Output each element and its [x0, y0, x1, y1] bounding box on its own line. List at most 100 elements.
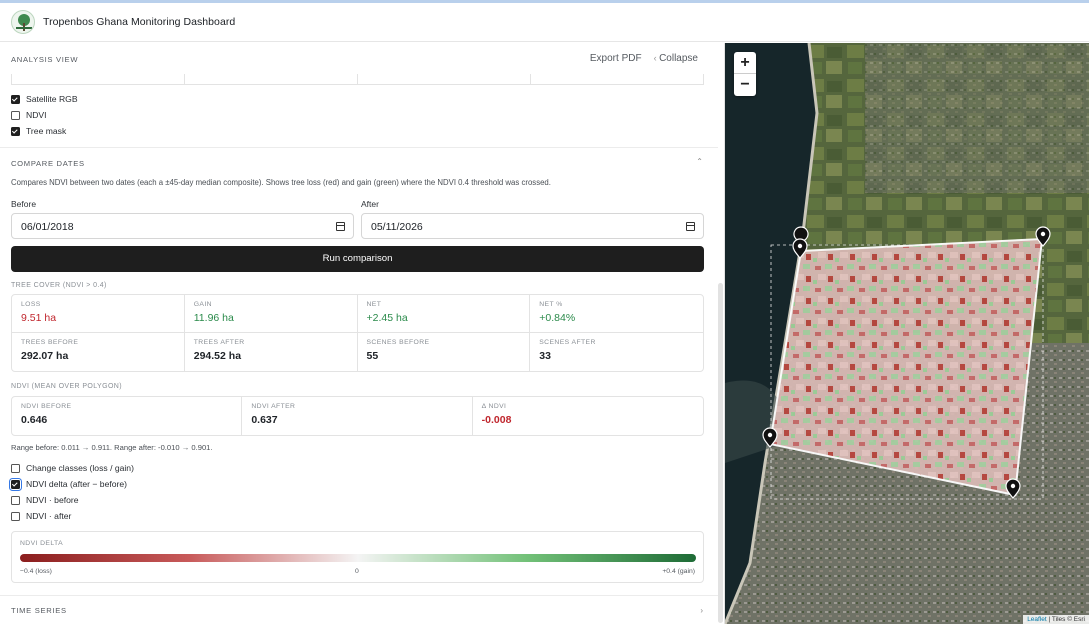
before-date-input[interactable]: 06/01/2018	[11, 213, 354, 239]
zoom-in-button[interactable]: +	[734, 52, 756, 74]
stat-label: NDVI AFTER	[251, 403, 296, 410]
stat-loss: LOSS 9.51 ha	[12, 295, 185, 333]
export-pdf-button[interactable]: Export PDF	[590, 53, 642, 64]
leaflet-link[interactable]: Leaflet	[1027, 616, 1047, 623]
tiles-attribution: | Tiles © Esri	[1048, 616, 1085, 623]
stat-value: 0.637	[251, 414, 278, 426]
stat-label: SCENES AFTER	[539, 339, 596, 346]
ndvi-delta-legend: NDVI DELTA −0.4 (loss) 0 +0.4 (gain)	[11, 531, 704, 583]
legend-max-label: +0.4 (gain)	[662, 568, 695, 575]
time-series-heading[interactable]: TIME SERIES	[11, 606, 67, 615]
calendar-icon[interactable]	[336, 222, 345, 231]
stat-label: TREES AFTER	[193, 339, 245, 346]
stat-ndvi-delta: Δ NDVI -0.008	[473, 397, 703, 435]
checkbox-tree-mask[interactable]	[11, 126, 20, 136]
run-comparison-button[interactable]: Run comparison	[11, 246, 704, 272]
chevron-up-icon[interactable]: ⌃	[696, 157, 703, 166]
header-actions: Export PDF ‹ Collapse	[590, 53, 698, 64]
stat-trees-after: TREES AFTER 294.52 ha	[185, 333, 358, 371]
layer-ndvi[interactable]: NDVI	[11, 110, 47, 120]
stat-label: TREES BEFORE	[21, 339, 79, 346]
layer-label: NDVI delta (after − before)	[26, 479, 128, 489]
stat-ndvi-after: NDVI AFTER 0.637	[242, 397, 473, 435]
analysis-panel: ANALYSIS VIEW Export PDF ‹ Collapse Sate…	[0, 43, 725, 624]
layer-label: NDVI · before	[26, 495, 79, 505]
panel-scrollbar[interactable]	[718, 283, 723, 623]
stat-value: 294.52 ha	[193, 350, 242, 362]
stat-value: 11.96 ha	[193, 312, 234, 324]
satellite-imagery	[725, 43, 1089, 624]
tree-logo-icon	[11, 10, 35, 34]
map-attribution: Leaflet | Tiles © Esri	[1023, 615, 1089, 624]
stat-label: NDVI BEFORE	[21, 403, 72, 410]
after-label: After	[361, 199, 379, 209]
chevron-right-icon[interactable]: ›	[700, 606, 703, 615]
ndvi-range-note: Range before: 0.011 → 0.911. Range after…	[11, 443, 213, 452]
stat-gain: GAIN 11.96 ha	[184, 295, 358, 333]
stat-value: 33	[539, 350, 551, 362]
stat-value: +2.45 ha	[366, 312, 408, 324]
app-title: Tropenbos Ghana Monitoring Dashboard	[43, 16, 236, 28]
divider	[0, 147, 718, 148]
layer-label: Change classes (loss / gain)	[26, 463, 134, 473]
layer-satellite-rgb[interactable]: Satellite RGB	[11, 94, 78, 104]
legend-mid-label: 0	[355, 568, 359, 575]
layer-label: NDVI · after	[26, 511, 72, 521]
stat-label: NET %	[539, 301, 563, 308]
layer-label: Satellite RGB	[26, 94, 78, 104]
zoom-control: + −	[734, 52, 756, 96]
stat-scenes-after: SCENES AFTER 33	[530, 333, 703, 371]
layer-ndvi-after[interactable]: NDVI · after	[11, 511, 71, 521]
stat-value: 0.646	[21, 414, 48, 426]
tree-cover-heading: TREE COVER (NDVI > 0.4)	[11, 282, 107, 289]
stat-value: -0.008	[481, 414, 512, 426]
ndvi-mean-heading: NDVI (MEAN OVER POLYGON)	[11, 383, 122, 390]
stat-value: 292.07 ha	[21, 350, 69, 362]
layer-tree-mask[interactable]: Tree mask	[11, 126, 66, 136]
stat-scenes-before: SCENES BEFORE 55	[358, 333, 531, 371]
layer-ndvi-delta[interactable]: NDVI delta (after − before)	[9, 477, 128, 491]
stat-label: SCENES BEFORE	[366, 339, 430, 346]
layer-label: Tree mask	[26, 126, 67, 136]
collapse-button[interactable]: ‹ Collapse	[654, 53, 698, 64]
checkbox-ndvi-delta[interactable]	[9, 477, 22, 491]
tree-cover-stats: LOSS 9.51 ha GAIN 11.96 ha NET +2.45 ha …	[11, 294, 704, 372]
stat-label: Δ NDVI	[481, 403, 507, 410]
after-date-value: 05/11/2026	[371, 221, 423, 233]
checkbox-satellite-rgb[interactable]	[11, 94, 20, 104]
checkbox-change-classes[interactable]	[11, 463, 20, 473]
layer-change-classes[interactable]: Change classes (loss / gain)	[11, 463, 134, 473]
stat-net: NET +2.45 ha	[357, 295, 531, 333]
stat-value: +0.84%	[539, 312, 576, 324]
after-date-input[interactable]: 05/11/2026	[361, 213, 704, 239]
stat-value: 55	[366, 350, 379, 362]
layer-ndvi-before[interactable]: NDVI · before	[11, 495, 79, 505]
before-date-value: 06/01/2018	[21, 221, 74, 233]
before-label: Before	[11, 199, 37, 209]
divider	[0, 595, 718, 596]
stat-label: NET	[366, 301, 382, 308]
stat-net-percent: NET % +0.84%	[530, 295, 703, 333]
stat-trees-before: TREES BEFORE 292.07 ha	[12, 333, 185, 371]
stat-ndvi-before: NDVI BEFORE 0.646	[12, 397, 243, 435]
stat-value: 9.51 ha	[21, 312, 57, 324]
stat-label: GAIN	[193, 301, 212, 308]
stat-label: LOSS	[21, 301, 41, 308]
compare-description: Compares NDVI between two dates (each a …	[11, 178, 551, 187]
checkbox-ndvi-after[interactable]	[11, 511, 20, 521]
legend-min-label: −0.4 (loss)	[20, 568, 52, 575]
ndvi-mean-stats: NDVI BEFORE 0.646 NDVI AFTER 0.637 Δ NDV…	[11, 396, 704, 436]
app-header: Tropenbos Ghana Monitoring Dashboard	[0, 3, 1089, 42]
calendar-icon[interactable]	[686, 222, 695, 231]
analysis-view-heading: ANALYSIS VIEW	[11, 55, 79, 64]
zoom-out-button[interactable]: −	[734, 74, 756, 96]
checkbox-ndvi-before[interactable]	[11, 495, 20, 505]
layer-label: NDVI	[26, 110, 47, 120]
cut-off-stat-row	[11, 74, 704, 85]
legend-color-ramp	[20, 554, 696, 562]
legend-title: NDVI DELTA	[20, 540, 64, 547]
checkbox-ndvi[interactable]	[11, 110, 20, 120]
map-view[interactable]: + − Leaflet | Tiles © Esri	[725, 43, 1089, 624]
collapse-label: Collapse	[659, 53, 698, 64]
compare-dates-heading[interactable]: COMPARE DATES	[11, 159, 85, 168]
